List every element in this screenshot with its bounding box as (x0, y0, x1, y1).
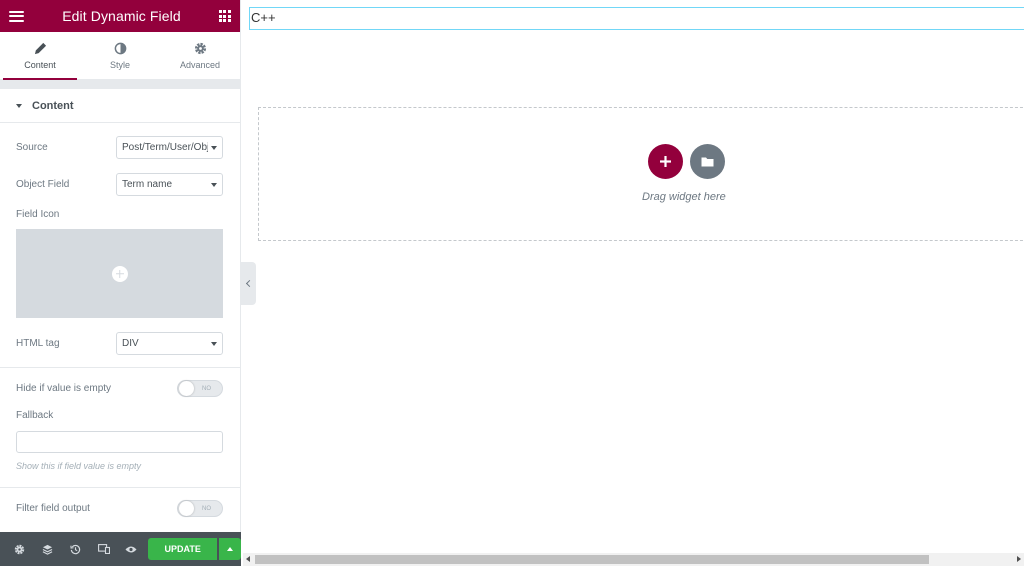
html-tag-value: DIV (122, 338, 139, 349)
panel-footer: UPDATE (0, 532, 241, 566)
panel-header: Edit Dynamic Field (0, 0, 240, 32)
hamburger-icon[interactable] (9, 10, 24, 22)
folder-icon (701, 157, 714, 167)
icon-picker[interactable] (16, 229, 223, 318)
toggle-knob (179, 381, 194, 396)
html-tag-select[interactable]: DIV (116, 332, 223, 355)
chevron-left-icon (245, 279, 254, 288)
object-field-select[interactable]: Term name (116, 173, 223, 196)
field-icon-label: Field Icon (16, 209, 60, 220)
eye-icon (125, 546, 137, 552)
editor-panel: Edit Dynamic Field Content Style Advance… (0, 0, 241, 566)
divider (0, 487, 240, 488)
pencil-icon (34, 42, 46, 54)
caret-down-icon (16, 103, 22, 108)
panel-collapse-handle[interactable] (241, 262, 256, 305)
filter-output-label: Filter field output (16, 503, 90, 514)
history-button[interactable] (62, 532, 90, 566)
tab-style[interactable]: Style (80, 32, 160, 79)
filter-output-control: Filter field output NO (16, 500, 223, 517)
layers-icon (42, 544, 53, 555)
source-select[interactable]: Post/Term/User/Object (116, 136, 223, 159)
responsive-button[interactable] (90, 532, 118, 566)
navigator-button[interactable] (34, 532, 62, 566)
chevron-down-icon (211, 146, 217, 150)
history-icon (70, 544, 81, 554)
tab-advanced[interactable]: Advanced (160, 32, 240, 79)
scroll-left-icon[interactable] (246, 556, 250, 562)
gear-icon (194, 42, 206, 54)
tab-style-label: Style (109, 59, 130, 70)
text-widget[interactable]: C++ (249, 7, 1024, 30)
fallback-hint: Show this if field value is empty (16, 461, 142, 471)
template-library-button[interactable] (690, 144, 725, 179)
tab-content[interactable]: Content (0, 32, 80, 80)
source-value: Post/Term/User/Object (122, 142, 208, 153)
tab-content-label: Content (24, 59, 56, 70)
panel-tabs: Content Style Advanced (0, 32, 240, 80)
source-label: Source (16, 142, 48, 153)
toggle-knob (179, 501, 194, 516)
scroll-thumb[interactable] (255, 555, 929, 564)
update-button[interactable]: UPDATE (148, 538, 218, 560)
tab-advanced-label: Advanced (179, 59, 221, 70)
plus-icon (660, 156, 671, 167)
object-field-control: Object Field Term name (16, 173, 223, 196)
filter-output-toggle[interactable]: NO (177, 500, 223, 517)
panel-title: Edit Dynamic Field (62, 8, 181, 24)
preview-button[interactable] (118, 532, 146, 566)
divider (0, 367, 240, 368)
drop-zone-hint: Drag widget here (642, 191, 726, 203)
horizontal-scrollbar[interactable] (243, 553, 1024, 566)
section-title: Content (32, 99, 74, 112)
devices-icon (97, 544, 110, 554)
hide-if-empty-toggle[interactable]: NO (177, 380, 223, 397)
scroll-right-icon[interactable] (1017, 556, 1021, 562)
caret-up-icon (227, 547, 234, 551)
widget-drop-zone[interactable]: Drag widget here (258, 107, 1024, 241)
chevron-down-icon (211, 342, 217, 346)
hide-if-empty-label: Hide if value is empty (16, 383, 112, 394)
fallback-input[interactable] (16, 431, 223, 453)
add-section-button[interactable] (648, 144, 683, 179)
toggle-state: NO (202, 505, 211, 512)
toggle-state: NO (202, 385, 211, 392)
tab-divider (0, 80, 240, 89)
object-field-label: Object Field (16, 179, 70, 190)
save-options-button[interactable] (219, 538, 241, 560)
plus-circle-icon (111, 265, 128, 282)
html-tag-label: HTML tag (16, 338, 60, 349)
html-tag-control: HTML tag DIV (16, 332, 223, 355)
settings-button[interactable] (6, 532, 34, 566)
drop-zone-buttons (648, 144, 725, 179)
hide-if-empty-control: Hide if value is empty NO (16, 380, 223, 397)
source-control: Source Post/Term/User/Object (16, 136, 223, 159)
fallback-label: Fallback (16, 410, 54, 421)
section-toggle-content[interactable]: Content (0, 89, 240, 123)
gear-icon (15, 544, 25, 554)
object-field-value: Term name (122, 179, 173, 190)
grid-icon[interactable] (218, 10, 231, 22)
chevron-down-icon (211, 183, 217, 187)
half-circle-icon (114, 42, 126, 54)
